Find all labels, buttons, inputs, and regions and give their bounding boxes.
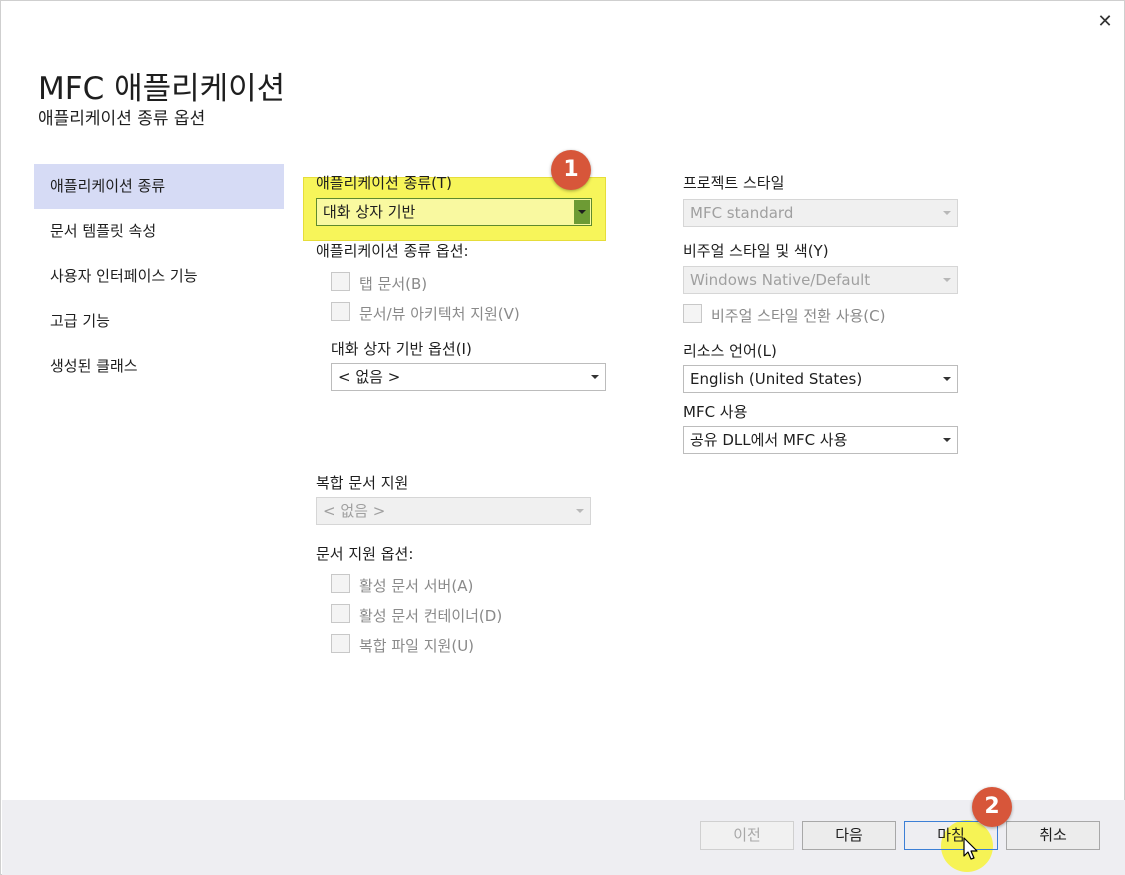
mouse-pointer-icon <box>963 837 978 860</box>
compound-document-combo[interactable]: < 없음 > <box>316 497 591 525</box>
active-document-server-label: 활성 문서 서버(A) <box>359 577 474 595</box>
sidebar-item-advanced[interactable]: 고급 기능 <box>34 299 284 344</box>
visual-style-label: 비주얼 스타일 및 색(Y) <box>683 242 829 260</box>
mfc-app-wizard-dialog: ✕ MFC 애플리케이션 애플리케이션 종류 옵션 애플리케이션 종류 문서 템… <box>0 0 1125 875</box>
chevron-down-icon <box>943 211 951 215</box>
resource-language-combo[interactable]: English (United States) <box>683 365 958 393</box>
chevron-down-icon <box>591 375 599 379</box>
doc-view-architecture-checkbox[interactable] <box>331 302 350 321</box>
chevron-down-icon <box>943 438 951 442</box>
sidebar-nav: 애플리케이션 종류 문서 템플릿 속성 사용자 인터페이스 기능 고급 기능 생… <box>34 164 284 389</box>
use-of-mfc-combo[interactable]: 공유 DLL에서 MFC 사용 <box>683 426 958 454</box>
compound-document-label: 복합 문서 지원 <box>316 474 409 492</box>
chevron-down-icon <box>576 509 584 513</box>
sidebar-item-user-interface[interactable]: 사용자 인터페이스 기능 <box>34 254 284 299</box>
resource-language-label: 리소스 언어(L) <box>683 342 777 360</box>
step-badge-1: 1 <box>551 150 591 190</box>
previous-button[interactable]: 이전 <box>700 821 794 850</box>
application-type-value: 대화 상자 기반 <box>323 203 416 221</box>
doc-view-architecture-label: 문서/뷰 아키텍처 지원(V) <box>359 305 520 323</box>
cancel-button[interactable]: 취소 <box>1006 821 1100 850</box>
use-of-mfc-value: 공유 DLL에서 MFC 사용 <box>690 431 848 449</box>
active-document-container-label: 활성 문서 컨테이너(D) <box>359 607 503 625</box>
application-type-options-label: 애플리케이션 종류 옵션: <box>316 242 469 260</box>
visual-style-switch-checkbox[interactable] <box>683 304 702 323</box>
tabbed-documents-checkbox[interactable] <box>331 272 350 291</box>
sidebar-item-generated-classes[interactable]: 생성된 클래스 <box>34 344 284 389</box>
compound-file-support-checkbox[interactable] <box>331 634 350 653</box>
next-button[interactable]: 다음 <box>802 821 896 850</box>
visual-style-switch-label: 비주얼 스타일 전환 사용(C) <box>711 307 886 325</box>
visual-style-value: Windows Native/Default <box>690 271 871 289</box>
tabbed-documents-label: 탭 문서(B) <box>359 275 428 293</box>
dialog-based-options-value: < 없음 > <box>338 368 401 386</box>
sidebar-item-application-type[interactable]: 애플리케이션 종류 <box>34 164 284 209</box>
dialog-based-options-label: 대화 상자 기반 옵션(I) <box>331 340 472 358</box>
page-subtitle: 애플리케이션 종류 옵션 <box>38 109 206 129</box>
step-badge-2: 2 <box>972 787 1012 827</box>
compound-document-value: < 없음 > <box>323 502 386 520</box>
dialog-based-options-combo[interactable]: < 없음 > <box>331 363 606 391</box>
project-style-label: 프로젝트 스타일 <box>683 174 785 192</box>
compound-file-support-label: 복합 파일 지원(U) <box>359 637 475 655</box>
chevron-down-icon <box>943 278 951 282</box>
chevron-down-icon <box>943 377 951 381</box>
project-style-combo[interactable]: MFC standard <box>683 199 958 227</box>
active-document-container-checkbox[interactable] <box>331 604 350 623</box>
document-support-options-label: 문서 지원 옵션: <box>316 545 414 563</box>
page-title: MFC 애플리케이션 <box>38 71 286 107</box>
active-document-server-checkbox[interactable] <box>331 574 350 593</box>
sidebar-item-document-template[interactable]: 문서 템플릿 속성 <box>34 209 284 254</box>
application-type-combo[interactable]: 대화 상자 기반 <box>316 198 592 226</box>
visual-style-combo[interactable]: Windows Native/Default <box>683 266 958 294</box>
use-of-mfc-label: MFC 사용 <box>683 403 748 421</box>
resource-language-value: English (United States) <box>690 370 863 388</box>
application-type-label: 애플리케이션 종류(T) <box>316 174 453 192</box>
chevron-down-icon[interactable] <box>574 200 590 224</box>
close-icon[interactable]: ✕ <box>1094 11 1116 33</box>
project-style-value: MFC standard <box>690 204 794 222</box>
